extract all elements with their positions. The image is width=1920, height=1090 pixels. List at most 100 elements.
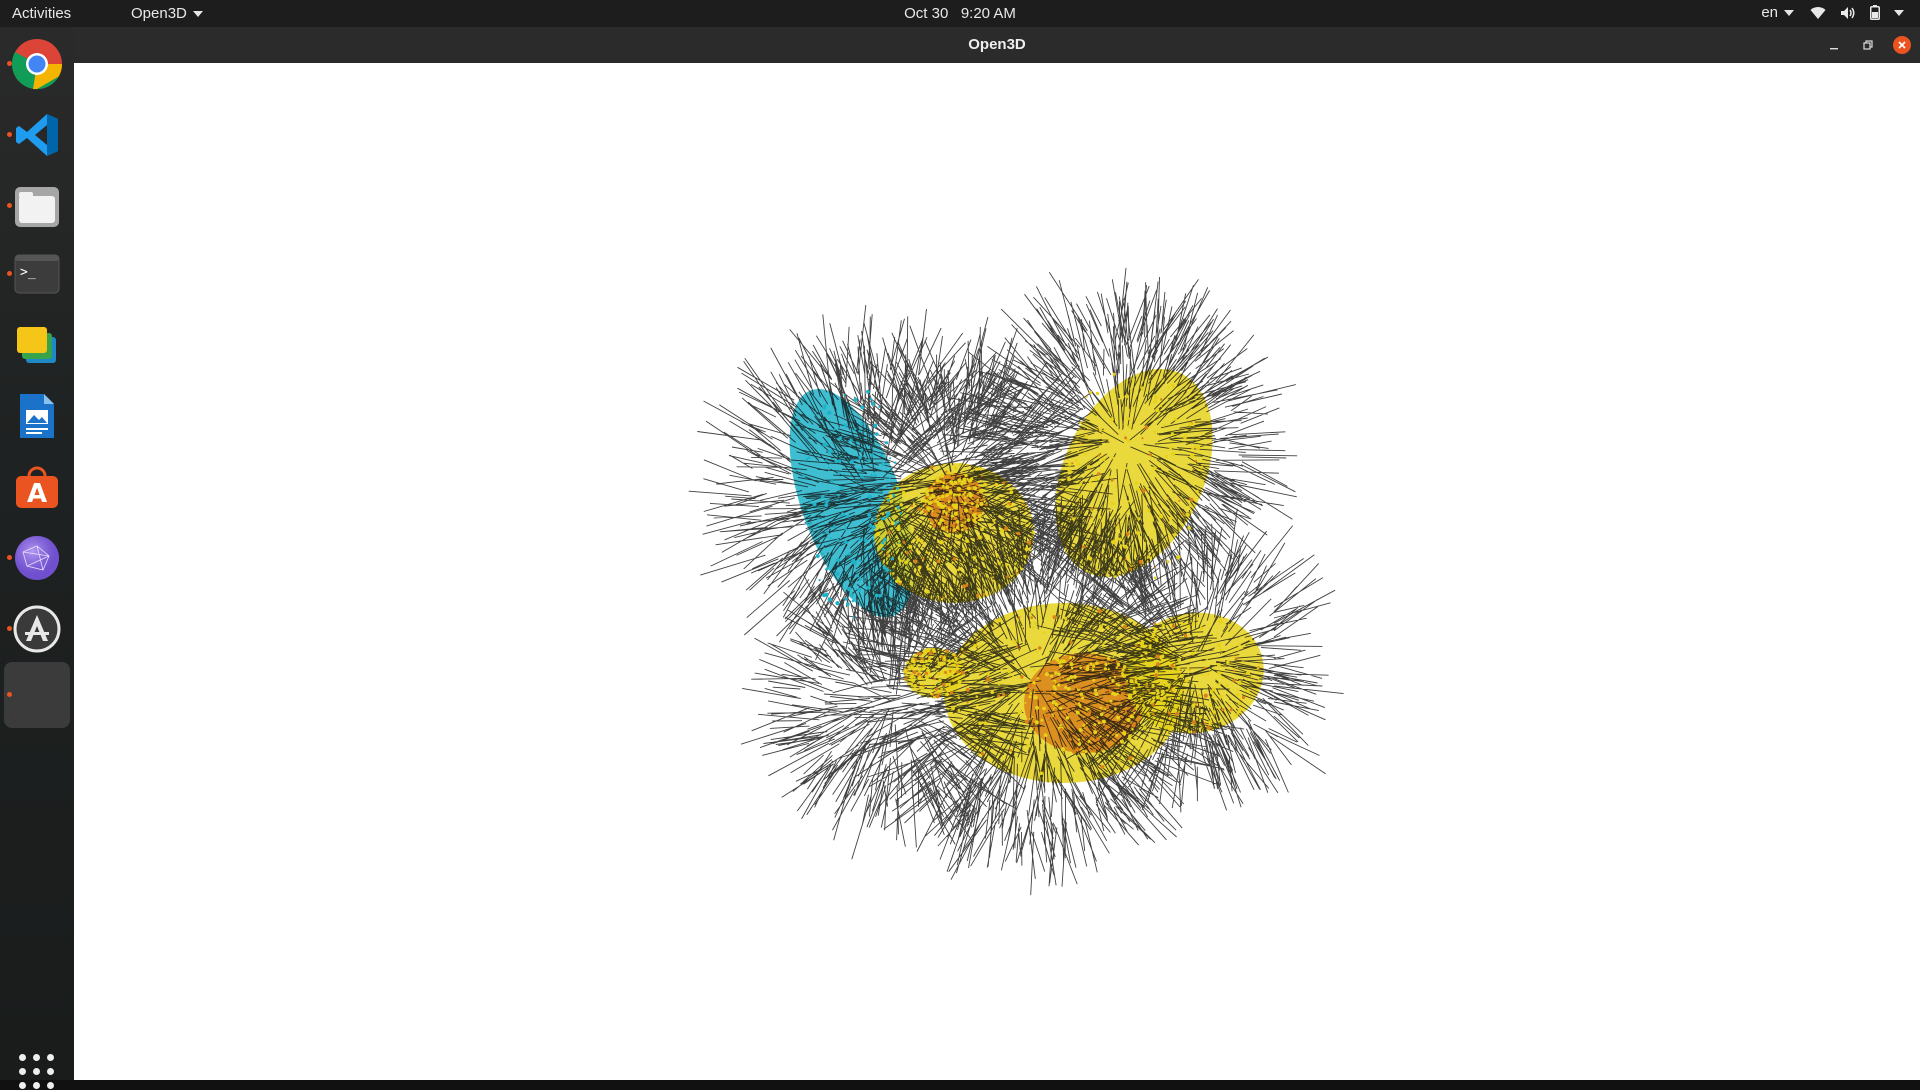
cloud-point	[1177, 693, 1181, 696]
cloud-point	[839, 536, 842, 540]
cloud-point	[964, 520, 967, 523]
cloud-point	[1152, 713, 1155, 716]
cloud-point	[1020, 567, 1024, 571]
cloud-point	[1172, 723, 1174, 726]
dock-files[interactable]	[4, 173, 70, 239]
clock-button[interactable]: Oct 30 9:20 AM	[904, 5, 1016, 22]
dock-software-updater[interactable]	[4, 596, 70, 662]
cloud-point	[942, 509, 946, 513]
cloud-point	[1124, 436, 1128, 440]
cloud-point	[933, 510, 937, 514]
cloud-point	[922, 557, 925, 561]
cloud-point	[1138, 747, 1141, 750]
cloud-point	[1147, 472, 1151, 476]
dock-chrome[interactable]	[4, 31, 70, 97]
cloud-point	[949, 546, 952, 549]
cloud-point	[823, 517, 826, 520]
cloud-point	[1050, 674, 1054, 678]
cloud-point	[930, 465, 934, 469]
cloud-point	[973, 661, 976, 664]
cloud-point	[1237, 643, 1241, 647]
cloud-point	[1161, 623, 1165, 627]
dock-writer[interactable]	[4, 383, 70, 449]
cloud-point	[1024, 522, 1026, 525]
cloud-point	[941, 563, 943, 566]
cloud-point	[1018, 616, 1021, 619]
cloud-point	[896, 486, 900, 490]
dock-network-app[interactable]	[4, 525, 70, 591]
cloud-point	[1060, 747, 1065, 752]
cloud-point	[1016, 645, 1019, 649]
cloud-point	[1035, 705, 1039, 710]
3d-viewport[interactable]	[74, 63, 1920, 1080]
cloud-point	[1033, 691, 1036, 694]
cloud-point	[950, 497, 953, 499]
cloud-point	[1069, 675, 1074, 680]
cloud-point	[1045, 714, 1049, 719]
cloud-point	[1100, 765, 1105, 769]
status-menu[interactable]	[1810, 5, 1904, 20]
cloud-point	[1021, 625, 1024, 628]
cloud-point	[1141, 704, 1145, 707]
minimize-button[interactable]	[1825, 36, 1843, 54]
cloud-point	[1120, 644, 1123, 647]
cloud-point	[1032, 681, 1036, 685]
maximize-button[interactable]	[1859, 36, 1877, 54]
cloud-point	[840, 512, 845, 516]
cloud-point	[805, 457, 809, 461]
cloud-point	[1236, 693, 1240, 697]
cloud-point	[937, 521, 942, 526]
cloud-point	[1029, 692, 1032, 695]
cloud-point	[1066, 706, 1070, 710]
cloud-point	[1179, 674, 1184, 678]
cloud-point	[1210, 716, 1213, 719]
cloud-point	[963, 508, 969, 513]
cloud-point	[925, 648, 927, 651]
svg-text:A: A	[27, 479, 47, 509]
cloud-point	[936, 502, 941, 507]
cloud-point	[957, 696, 961, 700]
activities-button[interactable]: Activities	[12, 5, 71, 22]
cloud-point	[1126, 718, 1131, 722]
cloud-point	[926, 647, 931, 652]
cloud-point	[1083, 532, 1086, 535]
cloud-point	[1062, 676, 1064, 679]
cloud-point	[954, 660, 957, 664]
cloud-point	[1059, 723, 1062, 727]
cloud-point	[1226, 648, 1229, 651]
dock-vscode[interactable]	[4, 102, 70, 168]
cloud-point	[932, 482, 936, 486]
cloud-point	[960, 507, 963, 510]
language-indicator[interactable]: en	[1761, 4, 1794, 21]
dock-slides[interactable]	[4, 312, 70, 378]
close-button[interactable]	[1893, 36, 1911, 54]
cloud-point	[859, 577, 862, 581]
cloud-point	[946, 669, 950, 673]
close-icon	[1898, 41, 1906, 49]
cloud-point	[1032, 715, 1034, 718]
cloud-point	[1067, 602, 1070, 605]
dock-software-center[interactable]: A	[4, 454, 70, 520]
cloud-point	[1123, 638, 1126, 641]
cloud-point	[985, 503, 988, 507]
dock-terminal[interactable]: >_	[4, 241, 70, 307]
cloud-point	[1151, 684, 1155, 688]
cloud-point	[989, 522, 991, 525]
cloud-point	[940, 687, 944, 691]
cloud-point	[973, 643, 977, 648]
cloud-point	[955, 670, 960, 674]
app-menu[interactable]: Open3D	[131, 5, 203, 22]
cloud-point	[1099, 671, 1102, 674]
cloud-point	[856, 468, 859, 471]
wifi-icon	[1810, 6, 1826, 19]
globe-network-icon	[15, 536, 59, 580]
apps-grid-icon[interactable]	[19, 1054, 55, 1090]
cloud-point	[1135, 644, 1138, 647]
cloud-point	[966, 486, 971, 491]
dock-open3d[interactable]	[4, 662, 70, 728]
cloud-point	[820, 552, 824, 555]
cloud-point	[933, 506, 936, 509]
cloud-point	[1116, 692, 1120, 695]
window-titlebar[interactable]: Open3D	[74, 27, 1920, 63]
cloud-point	[1078, 494, 1082, 498]
